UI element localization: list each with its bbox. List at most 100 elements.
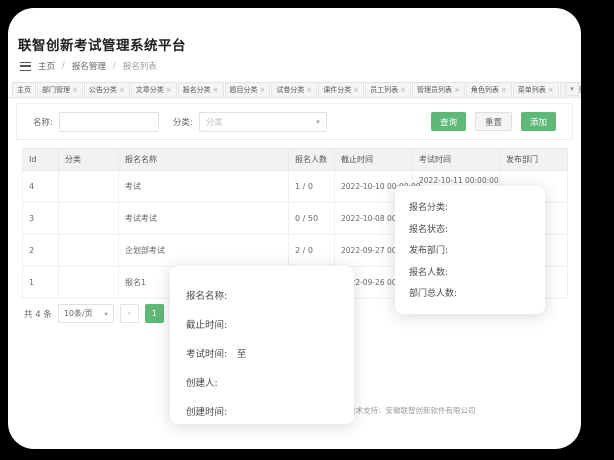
exam-time-line: 2022-10-11 00:00:00: [419, 175, 493, 186]
page-size-select[interactable]: 10条/页 ▾: [58, 304, 114, 323]
tab-label: 菜单列表: [518, 85, 546, 95]
tab-label: 员工列表: [370, 85, 398, 95]
tab-announcement-category[interactable]: 公告分类 ×: [84, 82, 130, 97]
tab-label: 主页: [17, 85, 31, 95]
cell-name: 考试: [119, 171, 289, 203]
tab-bar: 主页 部门管理 × 公告分类 × 文章分类 × 报名分类 × 题目分类 × 试卷…: [8, 81, 581, 98]
page-title: 联智创新考试管理系统平台: [18, 34, 186, 54]
detail-label: 创建时间:: [186, 396, 338, 425]
cell-id: 4: [23, 171, 59, 203]
close-icon[interactable]: ×: [166, 86, 172, 94]
tab-home[interactable]: 主页: [12, 82, 36, 97]
cell-id: 3: [23, 203, 59, 235]
desktop: { "icons": { "menu": "css-bars", "close"…: [0, 0, 614, 460]
tab-label: 公告分类: [89, 85, 117, 95]
tab-more-button[interactable]: ▾: [565, 82, 579, 96]
tab-label: 管理员列表: [417, 85, 452, 95]
category-select-placeholder: 分类: [206, 116, 223, 128]
chevron-down-icon: ▾: [570, 85, 574, 93]
column-header-department: 发布部门: [500, 149, 568, 171]
column-header-category: 分类: [59, 149, 119, 171]
chevron-down-icon: ▾: [316, 118, 320, 126]
tab-label: 报名分类: [183, 85, 211, 95]
breadcrumb-separator: /: [113, 61, 116, 71]
close-icon[interactable]: ×: [213, 86, 219, 94]
category-label: 分类:: [173, 116, 193, 128]
cell-id: 2: [23, 235, 59, 267]
filter-panel: 名称: 分类: 分类 ▾ 查询 重置 添加: [16, 103, 573, 140]
table-header-row: Id 分类 报名名称 报名人数 截止时间 考试时间 发布部门: [23, 149, 568, 171]
cell-name: 企划部考试: [119, 235, 289, 267]
current-page-button[interactable]: 1: [145, 304, 164, 323]
tab-employee-list[interactable]: 员工列表 ×: [365, 82, 411, 97]
tab-menu-list[interactable]: 菜单列表 ×: [513, 82, 559, 97]
name-label: 名称:: [33, 116, 53, 128]
breadcrumb: 主页 / 报名管理 / 报名列表: [20, 59, 157, 73]
tab-admin-list[interactable]: 管理员列表 ×: [412, 82, 465, 97]
tab-label: 角色列表: [471, 85, 499, 95]
tab-paper-category[interactable]: 试卷分类 ×: [271, 82, 317, 97]
tab-label: 课件分类: [323, 85, 351, 95]
close-icon[interactable]: ×: [260, 86, 266, 94]
tab-question-category[interactable]: 题目分类 ×: [225, 82, 271, 97]
category-select[interactable]: 分类 ▾: [199, 112, 327, 132]
tab-label: 试卷分类: [276, 85, 304, 95]
signup-detail-popup: 报名名称: 截止时间: 考试时间: 至 创建人: 创建时间:: [170, 266, 354, 424]
breadcrumb-current: 报名列表: [123, 60, 157, 72]
close-icon[interactable]: ×: [548, 86, 554, 94]
column-header-signups: 报名人数: [289, 149, 335, 171]
column-header-id: Id: [23, 149, 59, 171]
add-button[interactable]: 添加: [521, 112, 556, 131]
cell-name: 考试考试: [119, 203, 289, 235]
tab-department-manage[interactable]: 部门管理 ×: [37, 82, 83, 97]
tab-label: 题目分类: [230, 85, 258, 95]
breadcrumb-separator: /: [62, 61, 65, 71]
breadcrumb-signup-manage[interactable]: 报名管理: [72, 60, 106, 72]
close-icon[interactable]: ×: [72, 86, 78, 94]
detail-label: 截止时间:: [186, 309, 338, 338]
detail-label: 部门总人数:: [409, 282, 531, 304]
tab-label: 文章分类: [136, 85, 164, 95]
cell-signups: 2 / 0: [289, 235, 335, 267]
filter-buttons: 查询 重置 添加: [431, 112, 556, 131]
cell-category: [59, 203, 119, 235]
tab-label: 部门管理: [42, 85, 70, 95]
pagination: 共 4 条 10条/页 ▾ ‹ 1 ›: [24, 304, 189, 323]
detail-label: 发布部门:: [409, 239, 531, 261]
cell-category: [59, 171, 119, 203]
signup-status-popup: 报名分类: 报名状态: 发布部门: 报名人数: 部门总人数:: [395, 186, 545, 314]
breadcrumb-home[interactable]: 主页: [38, 60, 55, 72]
app-window: 联智创新考试管理系统平台 主页 / 报名管理 / 报名列表 主页 部门管理 × …: [8, 8, 581, 449]
page-size-value: 10条/页: [64, 308, 93, 319]
cell-category: [59, 235, 119, 267]
detail-label: 考试时间: 至: [186, 338, 338, 367]
cell-category: [59, 267, 119, 299]
tab-courseware-category[interactable]: 课件分类 ×: [318, 82, 364, 97]
close-icon[interactable]: ×: [119, 86, 125, 94]
tab-article-category[interactable]: 文章分类 ×: [131, 82, 177, 97]
column-header-exam-time: 考试时间: [413, 149, 500, 171]
pagination-total: 共 4 条: [24, 308, 52, 320]
close-icon[interactable]: ×: [454, 86, 460, 94]
close-icon[interactable]: ×: [501, 86, 507, 94]
column-header-deadline: 截止时间: [335, 149, 413, 171]
detail-label: 报名名称:: [186, 280, 338, 309]
detail-label: 报名分类:: [409, 196, 531, 218]
detail-label: 报名状态:: [409, 218, 531, 240]
detail-label: 报名人数:: [409, 261, 531, 283]
cell-signups: 0 / 50: [289, 203, 335, 235]
name-input[interactable]: [59, 112, 159, 132]
tab-signup-category[interactable]: 报名分类 ×: [178, 82, 224, 97]
menu-toggle-icon[interactable]: [20, 62, 31, 71]
close-icon[interactable]: ×: [400, 86, 406, 94]
cell-id: 1: [23, 267, 59, 299]
close-icon[interactable]: ×: [353, 86, 359, 94]
search-button[interactable]: 查询: [431, 112, 466, 131]
column-header-name: 报名名称: [119, 149, 289, 171]
detail-label: 创建人:: [186, 367, 338, 396]
reset-button[interactable]: 重置: [475, 112, 512, 131]
prev-page-button[interactable]: ‹: [120, 304, 139, 323]
tab-role-list[interactable]: 角色列表 ×: [466, 82, 512, 97]
footer-text: 技术支持：安徽联智创新软件有限公司: [348, 405, 476, 416]
close-icon[interactable]: ×: [306, 86, 312, 94]
